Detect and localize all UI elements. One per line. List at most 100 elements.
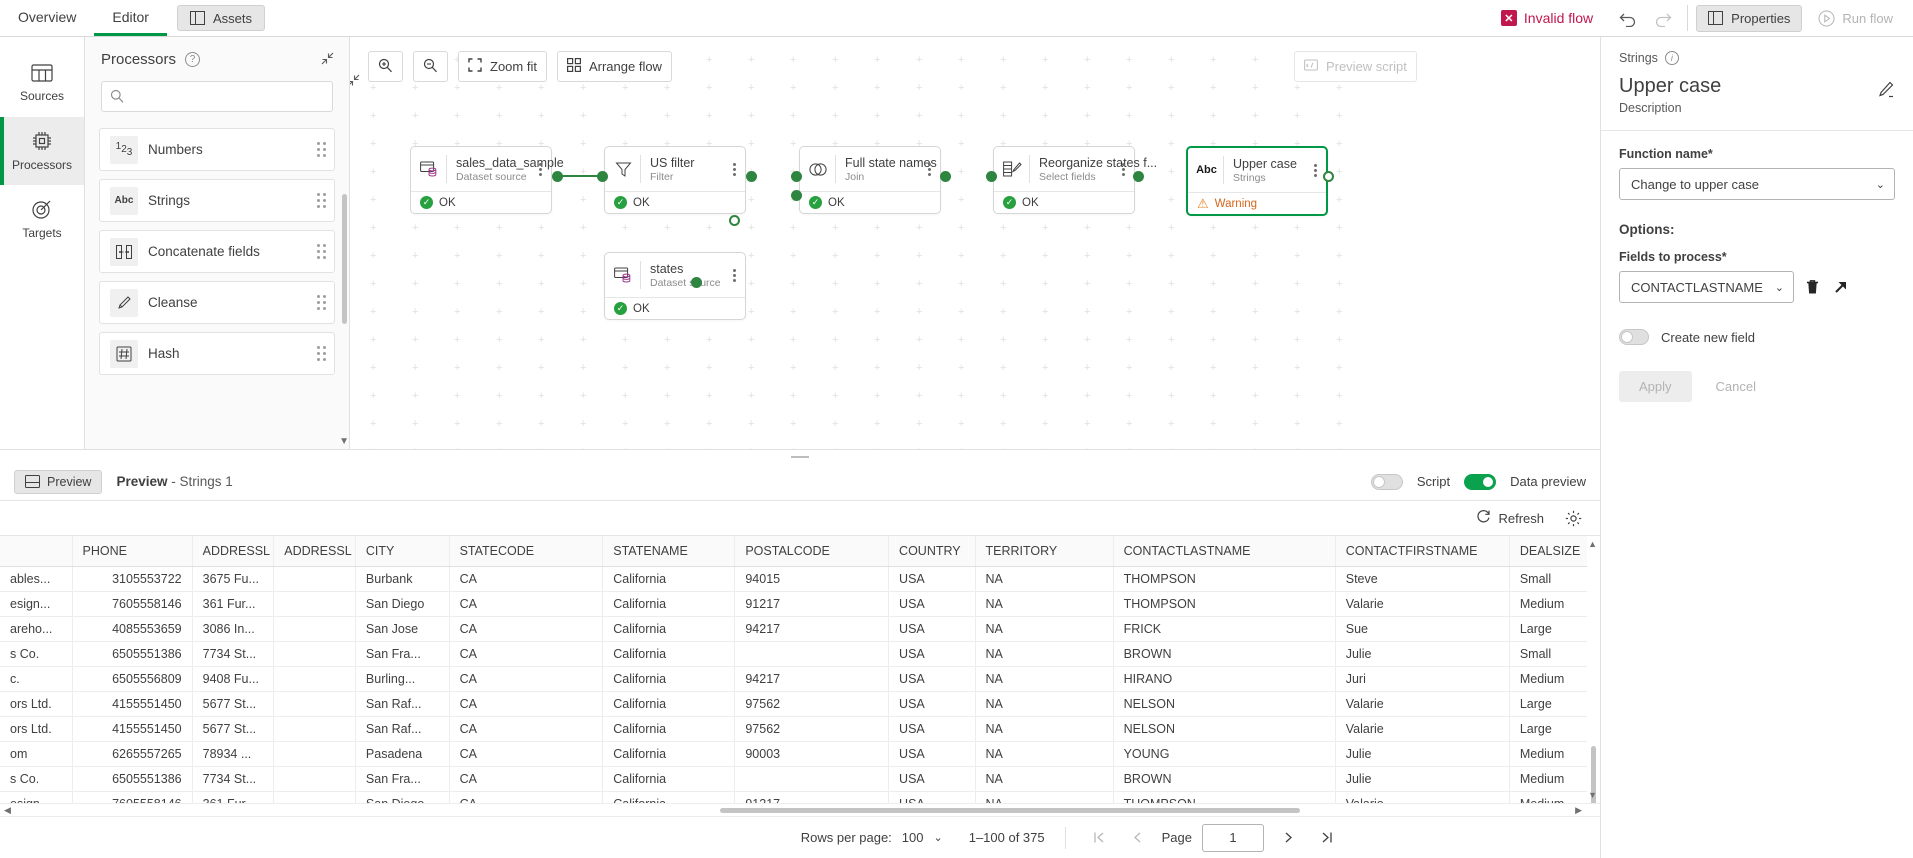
- table-column-header[interactable]: DEALSIZE: [1509, 536, 1599, 567]
- table-row[interactable]: s Co.65055513867734 St...San Fra...CACal…: [0, 767, 1600, 792]
- help-icon[interactable]: ?: [185, 52, 200, 67]
- cancel-button[interactable]: Cancel: [1700, 371, 1772, 402]
- input-port[interactable]: [986, 171, 997, 182]
- table-column-header[interactable]: STATECODE: [449, 536, 603, 567]
- input-port[interactable]: [791, 171, 802, 182]
- output-port[interactable]: [552, 171, 563, 182]
- table-column-header[interactable]: ADDRESSL: [192, 536, 274, 567]
- table-column-header[interactable]: TERRITORY: [975, 536, 1113, 567]
- preview-toggle-button[interactable]: Preview: [14, 470, 102, 494]
- pencil-icon[interactable]: [1876, 80, 1895, 102]
- table-row[interactable]: c.65055568099408 Fu...Burling...CACalifo…: [0, 667, 1600, 692]
- popout-icon[interactable]: [1831, 278, 1849, 296]
- prev-page-icon[interactable]: [1124, 824, 1152, 852]
- tab-overview[interactable]: Overview: [0, 0, 94, 36]
- zoom-fit-button[interactable]: Zoom fit: [458, 51, 547, 82]
- node-menu-icon[interactable]: [730, 161, 739, 178]
- node-menu-icon[interactable]: [730, 267, 739, 284]
- next-page-icon[interactable]: [1274, 824, 1302, 852]
- table-row[interactable]: ors Ltd.41555514505677 St...San Raf...CA…: [0, 692, 1600, 717]
- arrange-flow-button[interactable]: Arrange flow: [557, 51, 672, 82]
- flow-node-states[interactable]: states Dataset source ✓ OK: [604, 252, 746, 320]
- table-column-header[interactable]: CITY: [355, 536, 449, 567]
- output-port[interactable]: [1323, 171, 1334, 182]
- scroll-down-icon[interactable]: ▼: [1588, 790, 1597, 800]
- node-menu-icon[interactable]: [536, 161, 545, 178]
- apply-button[interactable]: Apply: [1619, 371, 1692, 402]
- list-item[interactable]: Cleanse: [99, 281, 335, 324]
- flow-node-reorganize-states[interactable]: Reorganize states f... Select fields ✓ O…: [993, 146, 1135, 214]
- undo-icon[interactable]: [1611, 3, 1645, 33]
- properties-button[interactable]: Properties: [1696, 5, 1802, 32]
- node-menu-icon[interactable]: [925, 161, 934, 178]
- tab-editor[interactable]: Editor: [94, 0, 167, 36]
- info-icon[interactable]: i: [1665, 51, 1679, 65]
- table-row[interactable]: om626555726578934 ...PasadenaCACaliforni…: [0, 742, 1600, 767]
- flow-node-full-state-names[interactable]: Full state names Join ✓ OK: [799, 146, 941, 214]
- table-column-header[interactable]: COUNTRY: [889, 536, 975, 567]
- sidebar-item-targets[interactable]: Targets: [0, 185, 84, 253]
- scroll-right-icon[interactable]: ▶: [1571, 805, 1586, 816]
- flow-node-sales-data-sample[interactable]: sales_data_sample Dataset source ✓ OK: [410, 146, 552, 214]
- flow-canvas[interactable]: ++++++++++++++++++++++++++++++++++++++++…: [350, 37, 1600, 449]
- create-new-field-toggle[interactable]: [1619, 329, 1649, 345]
- trash-icon[interactable]: [1804, 278, 1821, 296]
- table-row[interactable]: esign...7605558146361 Fur...San DiegoCAC…: [0, 592, 1600, 617]
- sidebar-item-sources[interactable]: Sources: [0, 49, 84, 117]
- fields-to-process-select[interactable]: CONTACTLASTNAME ⌄: [1619, 271, 1794, 303]
- function-name-select[interactable]: Change to upper case ⌄: [1619, 168, 1895, 200]
- output-port[interactable]: [940, 171, 951, 182]
- table-column-header[interactable]: [0, 536, 72, 567]
- list-item[interactable]: Abc Strings: [99, 179, 335, 222]
- page-input[interactable]: [1202, 824, 1264, 852]
- sidebar-item-processors[interactable]: Processors: [0, 117, 84, 185]
- data-preview-table[interactable]: PHONEADDRESSLADDRESSLCITYSTATECODESTATEN…: [0, 535, 1600, 816]
- rows-per-page-select[interactable]: 100 ⌄: [902, 830, 943, 845]
- table-row[interactable]: areho...40855536593086 In...San JoseCACa…: [0, 617, 1600, 642]
- table-column-header[interactable]: POSTALCODE: [735, 536, 889, 567]
- zoom-out-button[interactable]: [413, 51, 448, 82]
- table-column-header[interactable]: ADDRESSL: [274, 536, 356, 567]
- drag-handle-icon[interactable]: [317, 244, 326, 259]
- flow-node-us-filter[interactable]: US filter Filter ✓ OK: [604, 146, 746, 214]
- scroll-down-icon[interactable]: ▼: [339, 436, 349, 447]
- table-column-header[interactable]: PHONE: [72, 536, 192, 567]
- output-port[interactable]: [691, 277, 702, 288]
- table-row[interactable]: s Co.65055513867734 St...San Fra...CACal…: [0, 642, 1600, 667]
- output-port[interactable]: [1133, 171, 1144, 182]
- gear-icon[interactable]: [1562, 507, 1584, 529]
- drag-handle-icon[interactable]: [317, 193, 326, 208]
- vertical-scrollbar[interactable]: ▲ ▼: [1587, 536, 1600, 803]
- output-port[interactable]: [746, 171, 757, 182]
- preview-grid[interactable]: PHONEADDRESSLADDRESSLCITYSTATECODESTATEN…: [0, 536, 1600, 816]
- script-toggle[interactable]: [1371, 474, 1403, 490]
- table-column-header[interactable]: CONTACTFIRSTNAME: [1335, 536, 1509, 567]
- list-item[interactable]: Hash: [99, 332, 335, 375]
- scroll-left-icon[interactable]: ◀: [0, 805, 15, 816]
- collapse-canvas-icon[interactable]: [350, 73, 361, 91]
- table-column-header[interactable]: STATENAME: [603, 536, 735, 567]
- drag-handle-icon[interactable]: [317, 346, 326, 361]
- last-page-icon[interactable]: [1312, 824, 1340, 852]
- horizontal-scroll-thumb[interactable]: [720, 808, 1300, 813]
- collapse-panel-icon[interactable]: [320, 51, 335, 69]
- flow-node-upper-case[interactable]: Abc Upper case Strings ⚠ Warning: [1186, 146, 1328, 216]
- secondary-port[interactable]: [729, 215, 740, 226]
- table-row[interactable]: ors Ltd.41555514505677 St...San Raf...CA…: [0, 717, 1600, 742]
- preview-splitter[interactable]: [0, 449, 1600, 463]
- list-item[interactable]: Concatenate fields: [99, 230, 335, 273]
- list-item[interactable]: 123 Numbers: [99, 128, 335, 171]
- input-port[interactable]: [597, 171, 608, 182]
- processors-list[interactable]: 123 Numbers Abc Strings Concatenate fiel…: [85, 124, 349, 449]
- refresh-button[interactable]: Refresh: [1476, 509, 1544, 527]
- scroll-up-icon[interactable]: ▲: [1588, 539, 1597, 549]
- data-preview-toggle[interactable]: [1464, 474, 1496, 490]
- panel-scrollbar[interactable]: [342, 194, 347, 324]
- drag-handle-icon[interactable]: [317, 295, 326, 310]
- input-port-secondary[interactable]: [791, 190, 802, 201]
- horizontal-scrollbar[interactable]: ◀ ▶: [0, 803, 1600, 816]
- zoom-in-button[interactable]: [368, 51, 403, 82]
- drag-handle-icon[interactable]: [317, 142, 326, 157]
- first-page-icon[interactable]: [1086, 824, 1114, 852]
- table-column-header[interactable]: CONTACTLASTNAME: [1113, 536, 1335, 567]
